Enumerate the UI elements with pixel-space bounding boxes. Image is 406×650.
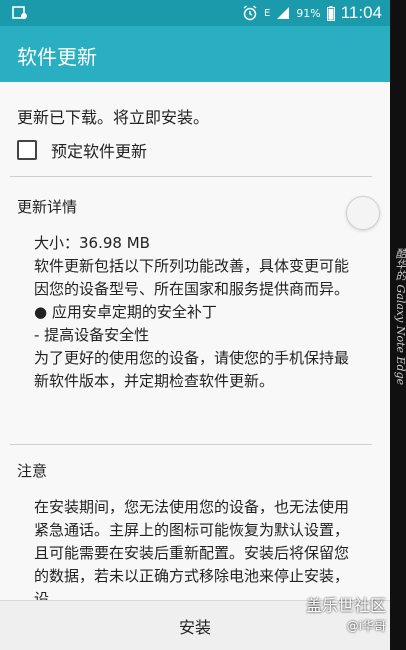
alarm-icon [243,5,257,21]
battery-icon [326,5,335,21]
notice-text: 在安装期间，您无法使用您的设备，也无法使用紧急通话。主屏上的图标可能恢复为默认设… [34,498,350,608]
notice-title: 注意 [17,462,48,480]
clock: 11:04 [340,3,382,22]
details-title: 更新详情 [17,198,78,216]
notice-body: 在安装期间，您无法使用您的设备，也无法使用紧急通话。主屏上的图标可能恢复为默认设… [34,496,358,611]
download-status: 更新已下载。将立即安装。 [17,108,210,127]
phone-screen: E 91% 11:04 软件更新 更新已下载。将立即安装。 预定软件更新 更新详… [0,0,390,650]
update-bullet: ● 应用安卓定期的安全补丁 [34,303,217,321]
update-size: 大小：36.98 MB [34,234,150,252]
network-type-label: E [263,7,271,19]
update-details: 大小：36.98 MB 软件更新包括以下所列功能改善，具体变更可能因您的设备型号… [34,232,358,393]
update-closing: 为了更好的使用您的设备，请使您的手机保持最新软件版本，并定期检查软件更新。 [34,349,350,390]
scroll-handle[interactable] [346,196,380,230]
schedule-update-checkbox[interactable] [17,140,37,160]
schedule-update-label: 预定软件更新 [51,142,148,161]
divider [10,176,372,177]
status-bar: E 91% 11:04 [0,0,390,26]
watermark-title: 盖乐世社区 [305,596,386,615]
watermark: 盖乐世社区 @i华哥 [306,596,386,636]
signal-icon [277,7,290,19]
status-icons: E 91% 11:04 [242,0,382,26]
notification-image-icon [12,6,27,19]
watermark-author: @i华哥 [346,619,386,633]
update-intro: 软件更新包括以下所列功能改善，具体变更可能因您的设备型号、所在国家和服务提供商而… [34,257,350,298]
app-bar: 软件更新 [0,26,390,82]
page-title: 软件更新 [17,45,97,69]
edge-caption: 酷华的 Galaxy Note Edge [394,248,406,386]
update-dash-item: - 提高设备安全性 [34,326,150,344]
battery-percent: 91% [296,6,321,20]
schedule-update-option[interactable]: 预定软件更新 [17,138,147,162]
divider [10,444,372,445]
